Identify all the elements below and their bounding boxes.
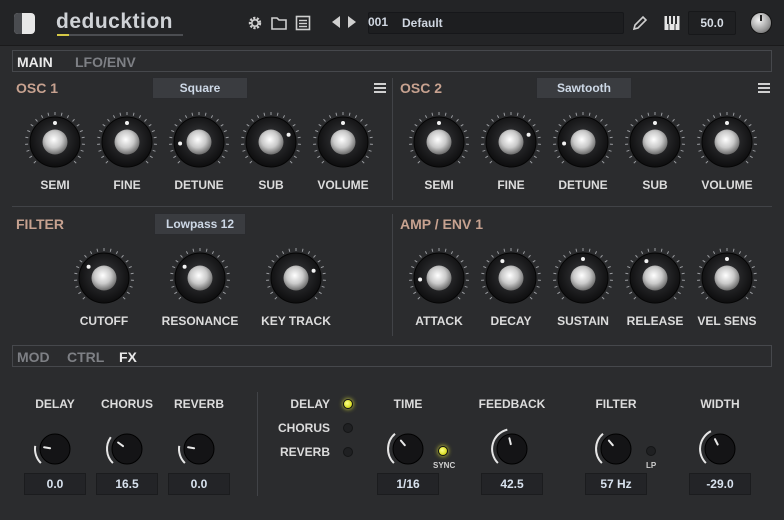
filter-key-track-knob[interactable] bbox=[264, 246, 328, 310]
filter-type-selector[interactable]: Lowpass 12 bbox=[154, 213, 246, 235]
fx-feedback-label: FEEDBACK bbox=[478, 397, 546, 411]
prev-arrow-icon[interactable] bbox=[331, 15, 341, 29]
fx-toggle-delay-label: DELAY bbox=[290, 397, 330, 411]
amp-decay-knob[interactable] bbox=[479, 246, 543, 310]
osc1-title: OSC 1 bbox=[16, 80, 59, 96]
fx-mix-reverb-knob[interactable] bbox=[176, 426, 222, 472]
osc1-sub-knob[interactable] bbox=[239, 110, 303, 174]
preset-name: Default bbox=[402, 16, 443, 30]
tempo-field[interactable]: 50.0 bbox=[688, 11, 736, 35]
gear-icon[interactable] bbox=[246, 14, 264, 32]
amp-sustain-knob[interactable] bbox=[551, 246, 615, 310]
fx-mix-delay-knob[interactable] bbox=[32, 426, 78, 472]
master-volume-knob[interactable] bbox=[750, 12, 772, 34]
osc1-detune-knob[interactable] bbox=[167, 110, 231, 174]
fx-width-label: WIDTH bbox=[700, 397, 740, 411]
fx-toggle-chorus-label: CHORUS bbox=[277, 421, 330, 435]
fx-toggle-reverb-led[interactable] bbox=[343, 447, 353, 457]
pencil-icon[interactable] bbox=[631, 14, 649, 32]
fx-feedback-value[interactable]: 42.5 bbox=[481, 473, 543, 495]
app-title: deducktion bbox=[56, 10, 174, 33]
amp-vel-sens-label: VEL SENS bbox=[697, 314, 757, 328]
fx-toggle-chorus-led[interactable] bbox=[343, 423, 353, 433]
fx-toggle-reverb-label: REVERB bbox=[279, 445, 330, 459]
osc1-volume-knob[interactable] bbox=[311, 110, 375, 174]
osc2-menu-icon[interactable] bbox=[758, 83, 770, 93]
fx-mix-chorus-knob[interactable] bbox=[104, 426, 150, 472]
fx-mix-reverb-label: REVERB bbox=[173, 397, 224, 411]
folder-icon[interactable] bbox=[270, 14, 288, 32]
osc1-semi-knob[interactable] bbox=[23, 110, 87, 174]
amp-vel-sens-knob[interactable] bbox=[695, 246, 759, 310]
filter-title: FILTER bbox=[16, 216, 64, 232]
filter-key-track-label: KEY TRACK bbox=[261, 314, 331, 328]
fx-time-sync-label: SYNC bbox=[433, 461, 456, 470]
filter-resonance-label: RESONANCE bbox=[161, 314, 239, 328]
tab-fx[interactable]: FX bbox=[119, 349, 137, 365]
fx-mix-delay-value[interactable]: 0.0 bbox=[24, 473, 86, 495]
osc2-fine-knob[interactable] bbox=[479, 110, 543, 174]
fx-mix-chorus-label: CHORUS bbox=[100, 397, 153, 411]
amp-release-knob[interactable] bbox=[623, 246, 687, 310]
fx-mix-delay-label: DELAY bbox=[35, 397, 75, 411]
tab-main[interactable]: MAIN bbox=[17, 54, 53, 70]
fx-filter-lp-label: LP bbox=[646, 461, 657, 470]
fx-mix-chorus-value[interactable]: 16.5 bbox=[96, 473, 158, 495]
section-divider-top bbox=[12, 206, 772, 207]
osc2-detune-knob[interactable] bbox=[551, 110, 615, 174]
filter-cutoff-label: CUTOFF bbox=[79, 314, 129, 328]
piano-icon[interactable] bbox=[663, 14, 681, 32]
fx-filter-value[interactable]: 57 Hz bbox=[585, 473, 647, 495]
fx-feedback-knob[interactable] bbox=[489, 426, 535, 472]
osc1-menu-icon[interactable] bbox=[374, 83, 386, 93]
list-icon[interactable] bbox=[294, 14, 312, 32]
next-arrow-icon[interactable] bbox=[347, 15, 357, 29]
amp-title: AMP / ENV 1 bbox=[400, 216, 483, 232]
filter-amp-divider bbox=[392, 214, 393, 336]
fx-width-value[interactable]: -29.0 bbox=[689, 473, 751, 495]
title-underline bbox=[57, 34, 183, 36]
filter-cutoff-knob[interactable] bbox=[72, 246, 136, 310]
osc1-volume-label: VOLUME bbox=[317, 178, 369, 192]
preset-number: 001 bbox=[368, 15, 389, 29]
osc2-volume-knob[interactable] bbox=[695, 110, 759, 174]
tab-mod[interactable]: MOD bbox=[17, 349, 50, 365]
fx-time-value[interactable]: 1/16 bbox=[377, 473, 439, 495]
main-tab-bar: MAIN LFO/ENV bbox=[12, 50, 772, 72]
osc2-title: OSC 2 bbox=[400, 80, 443, 96]
fx-mix-reverb-value[interactable]: 0.0 bbox=[168, 473, 230, 495]
amp-attack-knob[interactable] bbox=[407, 246, 471, 310]
fx-filter-lp-led[interactable] bbox=[646, 446, 656, 456]
fx-width-knob[interactable] bbox=[697, 426, 743, 472]
bottom-tab-bar: MOD CTRL FX bbox=[12, 345, 772, 367]
osc2-waveform-selector[interactable]: Sawtooth bbox=[536, 77, 632, 99]
osc-divider bbox=[392, 78, 393, 200]
fx-time-label: TIME bbox=[393, 397, 423, 411]
fx-filter-label: FILTER bbox=[595, 397, 637, 411]
fx-filter-knob[interactable] bbox=[593, 426, 639, 472]
fx-time-sync-led[interactable] bbox=[438, 446, 448, 456]
fx-divider bbox=[257, 392, 258, 496]
filter-resonance-knob[interactable] bbox=[168, 246, 232, 310]
tab-lfo-env[interactable]: LFO/ENV bbox=[75, 54, 136, 70]
osc1-waveform-selector[interactable]: Square bbox=[152, 77, 248, 99]
osc2-volume-label: VOLUME bbox=[701, 178, 753, 192]
osc2-semi-knob[interactable] bbox=[407, 110, 471, 174]
fx-toggle-delay-led[interactable] bbox=[343, 399, 353, 409]
tab-ctrl[interactable]: CTRL bbox=[67, 349, 104, 365]
osc2-sub-knob[interactable] bbox=[623, 110, 687, 174]
fx-time-knob[interactable] bbox=[385, 426, 431, 472]
header-bar: deducktion 001 Default 50.0 bbox=[0, 0, 784, 46]
osc1-fine-knob[interactable] bbox=[95, 110, 159, 174]
app-logo-icon bbox=[14, 13, 35, 34]
